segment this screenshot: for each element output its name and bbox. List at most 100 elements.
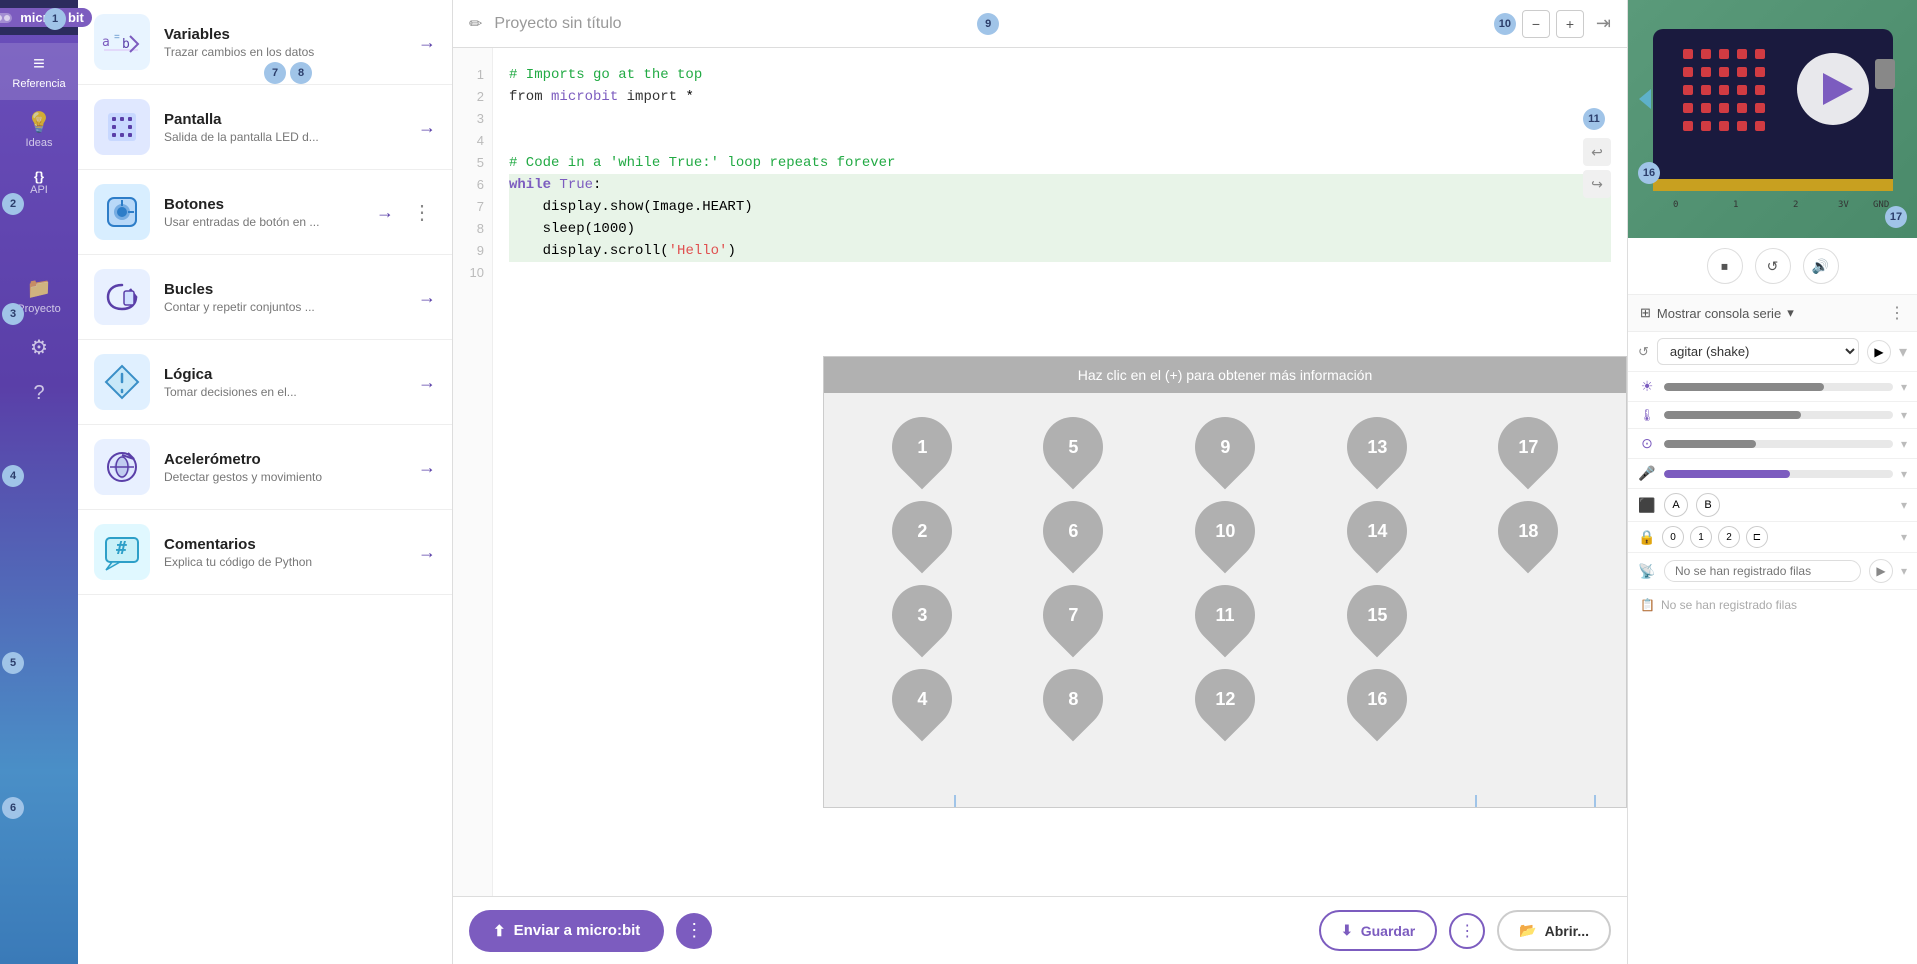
- buttons-icon: ⬛: [1638, 497, 1656, 514]
- radio-input[interactable]: [1664, 560, 1861, 582]
- save-options-button[interactable]: ⋮: [1449, 913, 1485, 949]
- console-menu-icon[interactable]: ⋮: [1889, 303, 1905, 323]
- ref-item-pantalla[interactable]: Pantalla Salida de la pantalla LED d... …: [78, 85, 452, 170]
- microphone-expand-icon[interactable]: ▾: [1901, 467, 1907, 481]
- ref-text-bucles: Bucles Contar y repetir conjuntos ...: [164, 281, 404, 314]
- zoom-in-button[interactable]: +: [1556, 10, 1584, 38]
- sidebar-item-settings[interactable]: ⚙: [0, 325, 78, 372]
- open-button[interactable]: 📂 Abrir...: [1497, 910, 1611, 951]
- line-num-6: 6: [477, 174, 484, 196]
- project-title[interactable]: Proyecto sin título: [494, 15, 965, 33]
- console-icon: ⊞: [1640, 305, 1651, 321]
- botones-icon: [94, 184, 150, 240]
- acelerometro-arrow-icon: →: [418, 457, 436, 478]
- sidebar-item-help[interactable]: ?: [0, 372, 78, 417]
- step-badge-8[interactable]: 8: [1031, 657, 1116, 742]
- shake-select[interactable]: agitar (shake): [1657, 338, 1859, 365]
- sensor-radio-row: 📡 ▶ ▾: [1628, 553, 1917, 590]
- buttons-expand-icon[interactable]: ▾: [1901, 498, 1907, 512]
- pin-logo-button[interactable]: ⊏: [1746, 526, 1768, 548]
- editor-header: ✏ Proyecto sin título 9 10 − + ⇥: [453, 0, 1627, 48]
- step-badge-7[interactable]: 7: [1031, 573, 1116, 658]
- sidebar-item-ideas[interactable]: 💡 Ideas: [0, 100, 78, 159]
- step-badge-6[interactable]: 6: [1031, 489, 1116, 574]
- pin-1-button[interactable]: 1: [1690, 526, 1712, 548]
- undo-button[interactable]: ↩: [1583, 138, 1611, 166]
- temperature-track[interactable]: [1664, 411, 1893, 419]
- step-badge-14[interactable]: 14: [1334, 489, 1419, 574]
- ref-text-logica: Lógica Tomar decisiones en el...: [164, 366, 404, 399]
- shake-expand-icon: ▾: [1899, 342, 1907, 362]
- zoom-out-button[interactable]: −: [1522, 10, 1550, 38]
- pin-0-button[interactable]: 0: [1662, 526, 1684, 548]
- settings-icon: ⚙: [30, 335, 48, 360]
- pencil-icon: ✏: [469, 14, 482, 34]
- step-badge-12[interactable]: 12: [1183, 657, 1268, 742]
- microphone-fill: [1664, 470, 1790, 478]
- sidebar-item-label-api: API: [30, 184, 48, 196]
- ref-item-botones[interactable]: Botones Usar entradas de botón en ... → …: [78, 170, 452, 255]
- step-badge-13[interactable]: 13: [1334, 405, 1419, 490]
- compass-expand-icon[interactable]: ▾: [1901, 437, 1907, 451]
- sim-stop-button[interactable]: ⏹: [1707, 248, 1743, 284]
- console-header: ⊞ Mostrar consola serie ▾ ⋮: [1628, 295, 1917, 332]
- step-badge-16[interactable]: 16: [1334, 657, 1419, 742]
- send-to-microbit-button[interactable]: ⬆ Enviar a micro:bit: [469, 910, 664, 952]
- button-a[interactable]: A: [1664, 493, 1688, 517]
- temperature-expand-icon[interactable]: ▾: [1901, 408, 1907, 422]
- svg-text:GND: GND: [1873, 200, 1889, 210]
- console-title-text: Mostrar consola serie: [1657, 306, 1781, 321]
- ref-item-acelerometro[interactable]: Acelerómetro Detectar gestos y movimient…: [78, 425, 452, 510]
- step-badge-17[interactable]: 17: [1486, 405, 1571, 490]
- sim-volume-button[interactable]: 🔊: [1803, 248, 1839, 284]
- ref-desc-acelerometro: Detectar gestos y movimiento: [164, 470, 404, 484]
- refresh-icon: ↺: [1638, 344, 1649, 360]
- send-options-button[interactable]: ⋮: [676, 913, 712, 949]
- brightness-expand-icon[interactable]: ▾: [1901, 380, 1907, 394]
- help-icon: ?: [33, 382, 44, 405]
- brightness-track[interactable]: [1664, 383, 1893, 391]
- ref-item-bucles[interactable]: Bucles Contar y repetir conjuntos ... →: [78, 255, 452, 340]
- compass-track[interactable]: [1664, 440, 1893, 448]
- code-line-2: from microbit import *: [509, 86, 1611, 108]
- radio-send-button[interactable]: ▶: [1869, 559, 1893, 583]
- logo-area[interactable]: micro:bit: [0, 0, 78, 35]
- radio-expand-icon[interactable]: ▾: [1901, 564, 1907, 578]
- button-b[interactable]: B: [1696, 493, 1720, 517]
- botones-more-icon[interactable]: ⋮: [408, 200, 436, 225]
- pins-expand-icon[interactable]: ▾: [1901, 530, 1907, 544]
- code-line-7: display.show(Image.HEART): [509, 196, 1611, 218]
- comentarios-icon: #: [94, 524, 150, 580]
- step-badge-9[interactable]: 9: [1183, 405, 1268, 490]
- save-icon: ⬇: [1341, 922, 1353, 939]
- step-badge-10[interactable]: 10: [1183, 489, 1268, 574]
- line-num-5: 5: [477, 152, 484, 174]
- pin-2-button[interactable]: 2: [1718, 526, 1740, 548]
- sidebar-item-label-referencia: Referencia: [12, 78, 65, 90]
- line-num-3: 3: [477, 108, 484, 130]
- sidebar-item-referencia[interactable]: ≡ Referencia: [0, 43, 78, 100]
- temperature-bar-wrap: [1664, 411, 1893, 419]
- step-badge-4[interactable]: 4: [879, 657, 964, 742]
- bucles-icon: [94, 269, 150, 325]
- step-badge-5[interactable]: 5: [1031, 405, 1116, 490]
- step-badge-2[interactable]: 2: [879, 489, 964, 574]
- save-button[interactable]: ⬇ Guardar: [1319, 910, 1437, 951]
- microphone-track[interactable]: [1664, 470, 1893, 478]
- sensor-btn-row: ⬛ A B ▾: [1628, 489, 1917, 522]
- sidebar-toggle-button[interactable]: ⇥: [1596, 13, 1611, 34]
- line-num-7: 7: [477, 196, 484, 218]
- sim-reset-button[interactable]: ↺: [1755, 248, 1791, 284]
- main-area: ✏ Proyecto sin título 9 10 − + ⇥ 1 2 3 4…: [453, 0, 1627, 964]
- step-badge-3[interactable]: 3: [879, 573, 964, 658]
- ref-item-comentarios[interactable]: # Comentarios Explica tu código de Pytho…: [78, 510, 452, 595]
- step-badge-11[interactable]: 11: [1183, 573, 1268, 658]
- step-badge-18[interactable]: 18: [1486, 489, 1571, 574]
- annotation-badge-2: 2: [2, 193, 24, 215]
- code-line-3: [509, 108, 1611, 130]
- ref-item-logica[interactable]: Lógica Tomar decisiones en el... →: [78, 340, 452, 425]
- step-badge-15[interactable]: 15: [1334, 573, 1419, 658]
- redo-button[interactable]: ↪: [1583, 170, 1611, 198]
- shake-play-button[interactable]: ▶: [1867, 340, 1891, 364]
- step-badge-1[interactable]: 1: [879, 405, 964, 490]
